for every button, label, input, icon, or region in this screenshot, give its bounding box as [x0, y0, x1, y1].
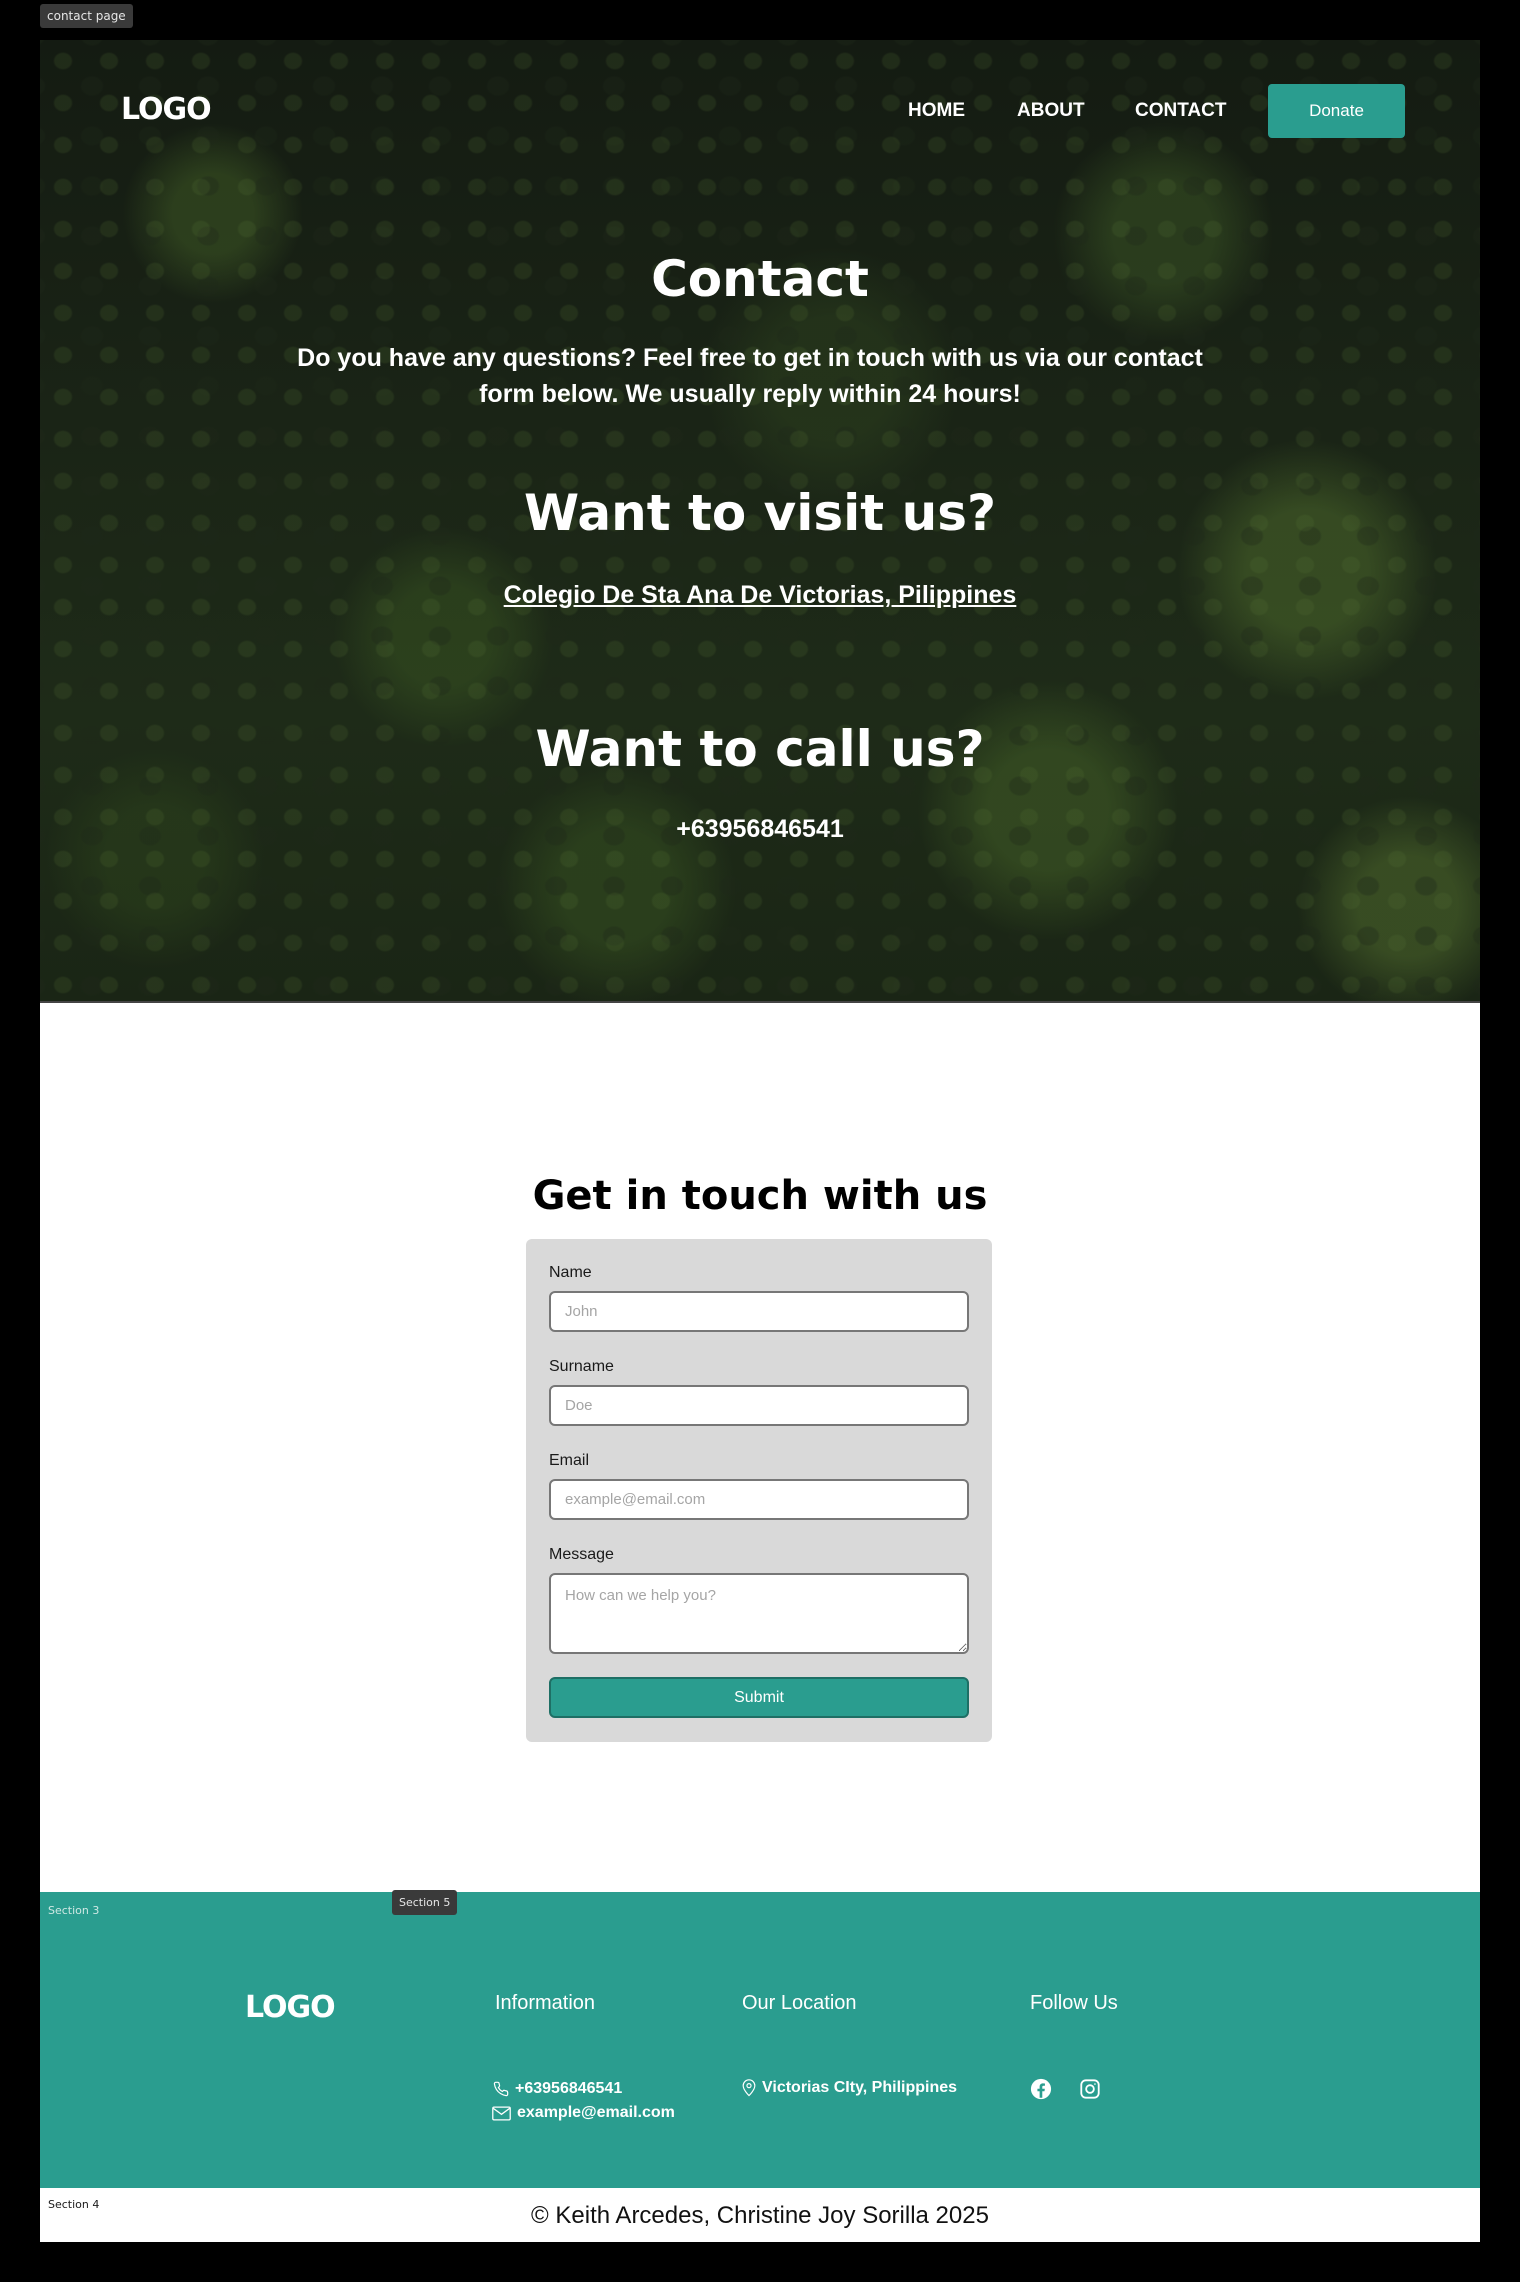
- call-heading: Want to call us?: [535, 720, 985, 778]
- footer-email[interactable]: example@email.com: [492, 2104, 675, 2122]
- visit-heading: Want to visit us?: [524, 484, 996, 542]
- contact-form: Name Surname Email Message Submit: [526, 1239, 992, 1742]
- surname-label: Surname: [549, 1358, 614, 1375]
- footer-phone-text: +63956846541: [515, 2080, 623, 2097]
- phone-icon: [493, 2081, 509, 2097]
- footer-location[interactable]: Victorias CIty, Philippines: [742, 2079, 957, 2097]
- mail-icon: [492, 2106, 511, 2120]
- copyright-text: © Keith Arcedes, Christine Joy Sorilla 2…: [531, 2202, 989, 2229]
- nav-home-link[interactable]: HOME: [908, 100, 965, 122]
- map-pin-icon: [742, 2079, 756, 2097]
- facebook-icon[interactable]: [1030, 2078, 1052, 2100]
- hero-section: LOGO HOME ABOUT CONTACT Donate Contact D…: [40, 40, 1480, 1003]
- hero-intro-text: Do you have any questions? Feel free to …: [297, 344, 1203, 408]
- form-heading: Get in touch with us: [532, 1173, 988, 1219]
- social-links: [1030, 2078, 1101, 2100]
- header-logo[interactable]: LOGO: [121, 92, 212, 127]
- frame-label: contact page: [40, 4, 133, 28]
- information-heading: Information: [495, 1992, 596, 2014]
- submit-button[interactable]: Submit: [549, 1677, 969, 1718]
- email-field[interactable]: [549, 1479, 969, 1520]
- footer-logo[interactable]: LOGO: [245, 1990, 336, 2025]
- nav-contact-link[interactable]: CONTACT: [1135, 100, 1226, 122]
- name-label: Name: [549, 1264, 592, 1281]
- surname-field[interactable]: [549, 1385, 969, 1426]
- location-heading: Our Location: [742, 1992, 857, 2014]
- copyright-bar: Section 4 © Keith Arcedes, Christine Joy…: [40, 2188, 1480, 2242]
- message-label: Message: [549, 1546, 614, 1563]
- name-field[interactable]: [549, 1291, 969, 1332]
- page-title: Contact: [651, 250, 869, 308]
- contact-form-section: Get in touch with us Name Surname Email …: [40, 1003, 1480, 1892]
- footer-email-text: example@email.com: [517, 2104, 675, 2121]
- footer: Section 3 Section 5 LOGO Information +63…: [40, 1890, 1480, 2188]
- address-link[interactable]: Colegio De Sta Ana De Victorias, Pilippi…: [40, 581, 1480, 610]
- footer-location-text: Victorias CIty, Philippines: [762, 2079, 958, 2096]
- nav-about-link[interactable]: ABOUT: [1017, 100, 1085, 122]
- email-label: Email: [549, 1452, 590, 1469]
- section-divider: [40, 1001, 1480, 1003]
- follow-heading: Follow Us: [1030, 1992, 1118, 2014]
- section-5-tag: Section 5: [392, 1890, 458, 1915]
- section-3-tag: Section 3: [48, 1904, 100, 1917]
- message-field[interactable]: [549, 1573, 969, 1654]
- footer-phone[interactable]: +63956846541: [493, 2080, 622, 2098]
- instagram-icon[interactable]: [1079, 2078, 1101, 2100]
- hero-phone-number: +63956846541: [676, 815, 844, 843]
- donate-button[interactable]: Donate: [1268, 84, 1405, 138]
- contact-page: LOGO HOME ABOUT CONTACT Donate Contact D…: [40, 40, 1480, 2242]
